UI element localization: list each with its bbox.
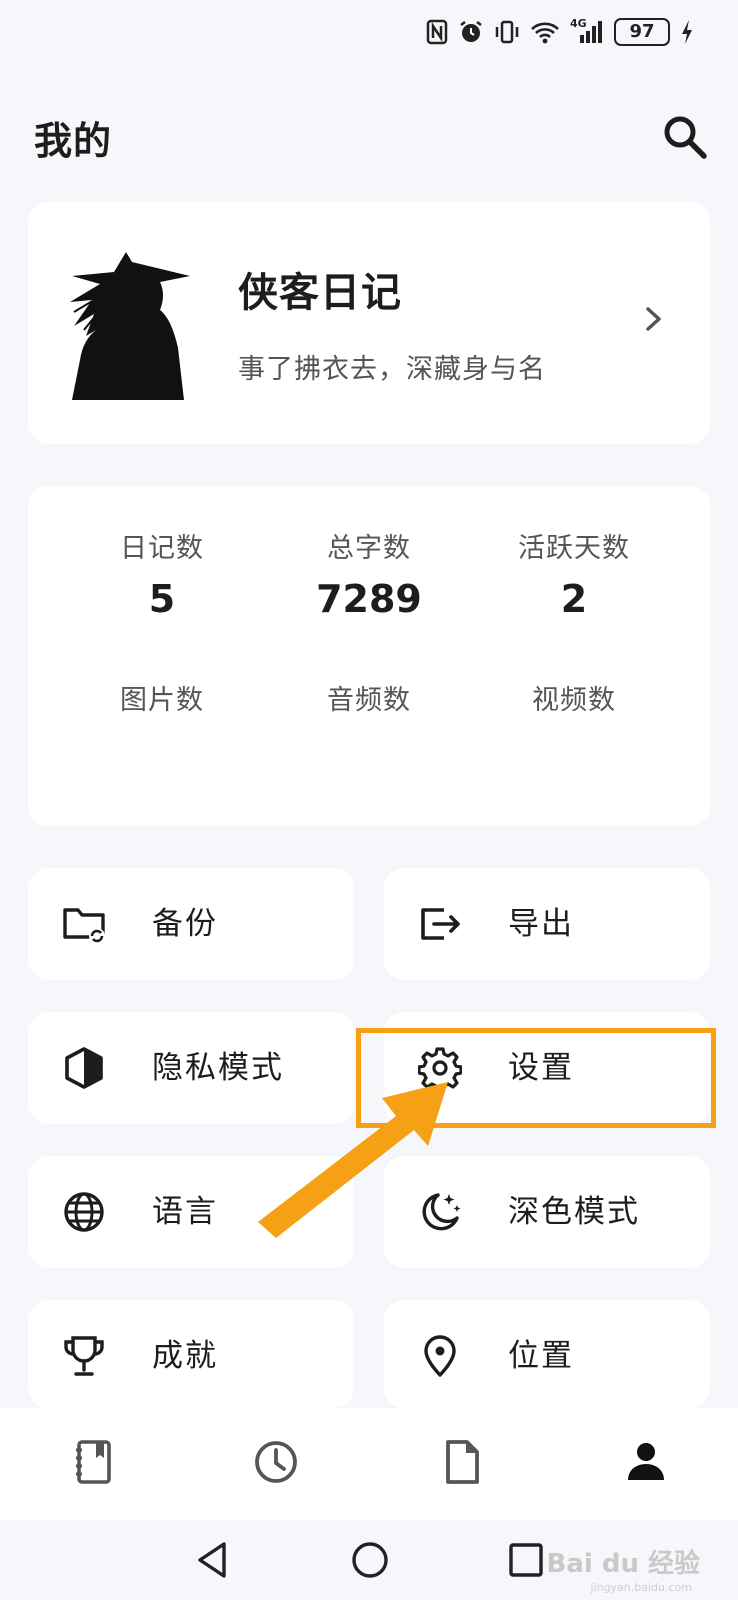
stat-value: 7289 [316, 577, 422, 621]
menu-location[interactable]: 位置 [384, 1300, 710, 1408]
watermark: Bai du 经验 [546, 1549, 701, 1579]
stat-audio-count: 音频数 [259, 678, 479, 729]
stats-card: 日记数 5 总字数 7289 活跃天数 2 图片数 音频数 视频数 [28, 486, 710, 826]
history-clock-icon[interactable] [252, 1438, 300, 1486]
stat-active-days: 活跃天数 2 [464, 526, 684, 621]
system-navigation-bar: Bai du 经验 jingyan.baidu.com [0, 1520, 738, 1600]
status-bar: 4G 97 [0, 0, 738, 72]
stat-label: 日记数 [120, 533, 204, 564]
menu-privacy-mode[interactable]: 隐私模式 [28, 1012, 354, 1124]
moon-stars-icon [422, 1193, 461, 1231]
battery-icon: 97 [614, 18, 670, 46]
privacy-shield-icon [65, 1047, 103, 1089]
profile-motto: 事了拂衣去，深藏身与名 [238, 354, 546, 385]
menu-label: 深色模式 [508, 1194, 640, 1230]
menu-language[interactable]: 语言 [28, 1156, 354, 1268]
stat-label: 音频数 [327, 685, 411, 716]
highlight-box-annotation [356, 1028, 716, 1128]
profile-card[interactable]: 侠客日记 事了拂衣去，深藏身与名 [28, 202, 710, 444]
stat-image-count: 图片数 [52, 678, 272, 729]
bottom-navigation [0, 1408, 738, 1520]
watermark-url: jingyan.baidu.com [590, 1581, 692, 1594]
page-title: 我的 [34, 119, 113, 163]
profile-name: 侠客日记 [238, 270, 402, 316]
stat-value: 5 [148, 577, 176, 621]
search-button[interactable] [660, 112, 710, 162]
menu-label: 成就 [152, 1338, 218, 1374]
globe-icon [64, 1192, 104, 1232]
signal-icon: 4G [570, 17, 604, 45]
search-icon [664, 116, 707, 159]
person-icon[interactable] [622, 1438, 670, 1486]
status-icons: 4G 97 [426, 17, 694, 46]
home-icon[interactable] [348, 1538, 392, 1582]
export-icon [421, 908, 460, 940]
document-icon[interactable] [438, 1438, 486, 1486]
location-pin-icon [424, 1335, 456, 1377]
menu-achievements[interactable]: 成就 [28, 1300, 354, 1408]
stat-label: 总字数 [327, 533, 411, 564]
stat-value: 2 [560, 577, 588, 621]
back-icon[interactable] [192, 1538, 236, 1582]
alarm-icon [460, 21, 482, 42]
stat-video-count: 视频数 [464, 678, 684, 729]
avatar [70, 252, 190, 400]
menu-dark-mode[interactable]: 深色模式 [384, 1156, 710, 1268]
stat-label: 活跃天数 [518, 533, 630, 564]
diary-book-icon[interactable] [70, 1438, 118, 1486]
wifi-icon [531, 22, 559, 44]
trophy-icon [64, 1336, 104, 1376]
menu-label: 位置 [508, 1338, 574, 1374]
menu-label: 备份 [152, 906, 218, 942]
chevron-right-icon [646, 307, 661, 331]
menu-label: 语言 [152, 1194, 218, 1230]
menu-export[interactable]: 导出 [384, 868, 710, 980]
vibrate-icon [495, 20, 519, 44]
menu-backup[interactable]: 备份 [28, 868, 354, 980]
menu-label: 隐私模式 [152, 1050, 284, 1086]
menu-label: 导出 [508, 906, 574, 942]
charging-icon [682, 20, 692, 44]
recents-icon[interactable] [504, 1538, 548, 1582]
stat-label: 视频数 [532, 685, 616, 716]
stat-diary-count: 日记数 5 [52, 526, 272, 621]
stat-label: 图片数 [120, 685, 204, 716]
nfc-icon [426, 19, 448, 45]
folder-sync-icon [63, 908, 105, 944]
network-type: 4G [570, 17, 587, 30]
stat-word-count: 总字数 7289 [259, 526, 479, 621]
battery-level: 97 [629, 21, 655, 42]
